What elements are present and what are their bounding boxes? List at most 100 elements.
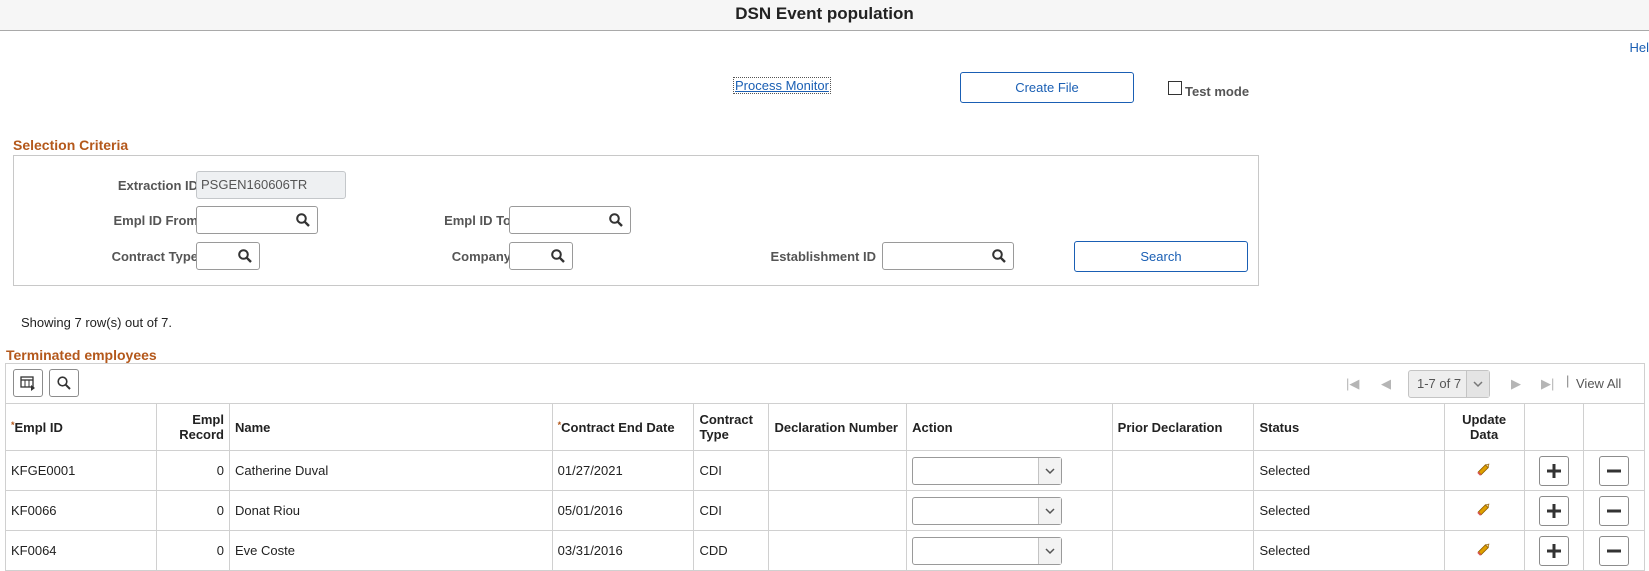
selection-criteria-box: Extraction ID PSGEN160606TR Empl ID From… (13, 155, 1259, 286)
magnifier-icon[interactable] (991, 248, 1007, 264)
next-page-icon[interactable]: ▶ (1511, 376, 1521, 392)
grid-header-row: *Empl ID Empl Record Name *Contract End … (4, 403, 1645, 451)
cell-contract-end-date: 03/31/2016 (551, 530, 695, 571)
extraction-id-label: Extraction ID (117, 178, 198, 193)
cell-update-data (1443, 530, 1525, 571)
grid-personalize-button[interactable] (13, 369, 43, 397)
action-select[interactable] (912, 536, 1063, 565)
magnifier-icon[interactable] (295, 212, 311, 228)
cell-prior-declaration (1111, 450, 1255, 491)
cell-action (906, 490, 1113, 531)
grid-toolbar: |◀ ◀ 1-7 of 7 ▶ ▶| | View All (5, 363, 1645, 404)
action-select[interactable] (912, 496, 1063, 525)
empl-id-from-input[interactable] (196, 206, 318, 234)
cell-declaration-number (768, 530, 908, 571)
col-action[interactable]: Action (906, 403, 1113, 451)
col-empl-record[interactable]: Empl Record (156, 403, 230, 451)
cell-status: Selected (1253, 530, 1445, 571)
company-input[interactable] (509, 242, 573, 270)
empl-id-to-label: Empl ID To (444, 213, 511, 228)
cell-add (1523, 450, 1585, 491)
magnifier-icon[interactable] (237, 248, 253, 264)
plus-icon (1546, 543, 1561, 558)
previous-page-icon[interactable]: ◀ (1381, 376, 1391, 392)
pencil-icon[interactable] (1476, 461, 1492, 477)
empl-id-from-label: Empl ID From (113, 213, 198, 228)
delete-row-button[interactable] (1599, 455, 1630, 486)
cell-empl-id: KFGE0001 (4, 450, 158, 491)
cell-action (906, 450, 1113, 491)
delete-row-button[interactable] (1599, 535, 1630, 566)
chevron-down-icon (1038, 457, 1062, 484)
magnifier-icon[interactable] (550, 248, 566, 264)
cell-contract-end-date: 05/01/2016 (551, 490, 695, 531)
terminated-employees-title: Terminated employees (6, 347, 157, 363)
col-empl-id[interactable]: *Empl ID (4, 403, 158, 451)
company-label: Company (451, 249, 511, 264)
add-row-button[interactable] (1538, 495, 1569, 526)
cell-empl-record: 0 (156, 490, 230, 531)
contract-type-input[interactable] (196, 242, 260, 270)
chevron-down-icon (1466, 371, 1489, 397)
minus-icon (1607, 549, 1622, 552)
grid-find-button[interactable] (49, 369, 79, 397)
magnifier-icon[interactable] (608, 212, 624, 228)
col-status[interactable]: Status (1253, 403, 1445, 451)
col-contract-type[interactable]: Contract Type (693, 403, 770, 451)
view-all-link[interactable]: View All (1576, 376, 1621, 391)
row-count-text: Showing 7 row(s) out of 7. (21, 315, 173, 330)
cell-empl-record: 0 (156, 450, 230, 491)
col-add (1523, 403, 1585, 451)
page-range-value: 1-7 of 7 (1417, 376, 1462, 391)
cell-declaration-number (768, 490, 908, 531)
minus-icon (1607, 469, 1622, 472)
help-link[interactable]: Hel (1629, 40, 1649, 55)
col-contract-end-date[interactable]: *Contract End Date (551, 403, 695, 451)
cell-empl-record: 0 (156, 530, 230, 571)
col-name[interactable]: Name (229, 403, 553, 451)
test-mode-checkbox[interactable] (1168, 81, 1182, 95)
grid-personalize-icon (20, 376, 35, 391)
cell-prior-declaration (1111, 490, 1255, 531)
pencil-icon[interactable] (1476, 501, 1492, 517)
cell-contract-end-date: 01/27/2021 (551, 450, 695, 491)
pencil-icon[interactable] (1476, 541, 1492, 557)
cell-update-data (1443, 450, 1525, 491)
contract-type-label: Contract Type (111, 249, 198, 264)
page-title: DSN Event population (0, 0, 1649, 31)
add-row-button[interactable] (1538, 535, 1569, 566)
extraction-id-field: PSGEN160606TR (196, 171, 346, 199)
cell-status: Selected (1253, 490, 1445, 531)
delete-row-button[interactable] (1599, 495, 1630, 526)
cell-status: Selected (1253, 450, 1445, 491)
cell-add (1523, 490, 1585, 531)
action-select[interactable] (912, 456, 1063, 485)
cell-empl-id: KF0066 (4, 490, 158, 531)
terminated-employees-grid: *Empl ID Empl Record Name *Contract End … (4, 403, 1645, 571)
col-update-data: Update Data (1443, 403, 1525, 451)
process-monitor-link[interactable]: Process Monitor (733, 77, 831, 94)
last-page-icon[interactable]: ▶| (1541, 376, 1554, 392)
minus-icon (1607, 509, 1622, 512)
col-declaration-number[interactable]: Declaration Number (768, 403, 908, 451)
cell-name: Eve Coste (229, 530, 553, 571)
page-range-select[interactable]: 1-7 of 7 (1408, 370, 1490, 398)
cell-name: Catherine Duval (229, 450, 553, 491)
cell-add (1523, 530, 1585, 571)
establishment-id-input[interactable] (882, 242, 1014, 270)
col-delete (1583, 403, 1645, 451)
cell-empl-id: KF0064 (4, 530, 158, 571)
plus-icon (1546, 463, 1561, 478)
first-page-icon[interactable]: |◀ (1346, 376, 1359, 392)
cell-delete (1583, 530, 1645, 571)
create-file-button[interactable]: Create File (960, 72, 1134, 103)
add-row-button[interactable] (1538, 455, 1569, 486)
cell-name: Donat Riou (229, 490, 553, 531)
table-row: KF0066 0 Donat Riou 05/01/2016 CDI Selec… (4, 490, 1645, 531)
col-prior-declaration[interactable]: Prior Declaration (1111, 403, 1255, 451)
toolbar-separator: | (1566, 373, 1570, 388)
cell-delete (1583, 450, 1645, 491)
search-button[interactable]: Search (1074, 241, 1248, 272)
find-icon (57, 376, 71, 390)
empl-id-to-input[interactable] (509, 206, 631, 234)
